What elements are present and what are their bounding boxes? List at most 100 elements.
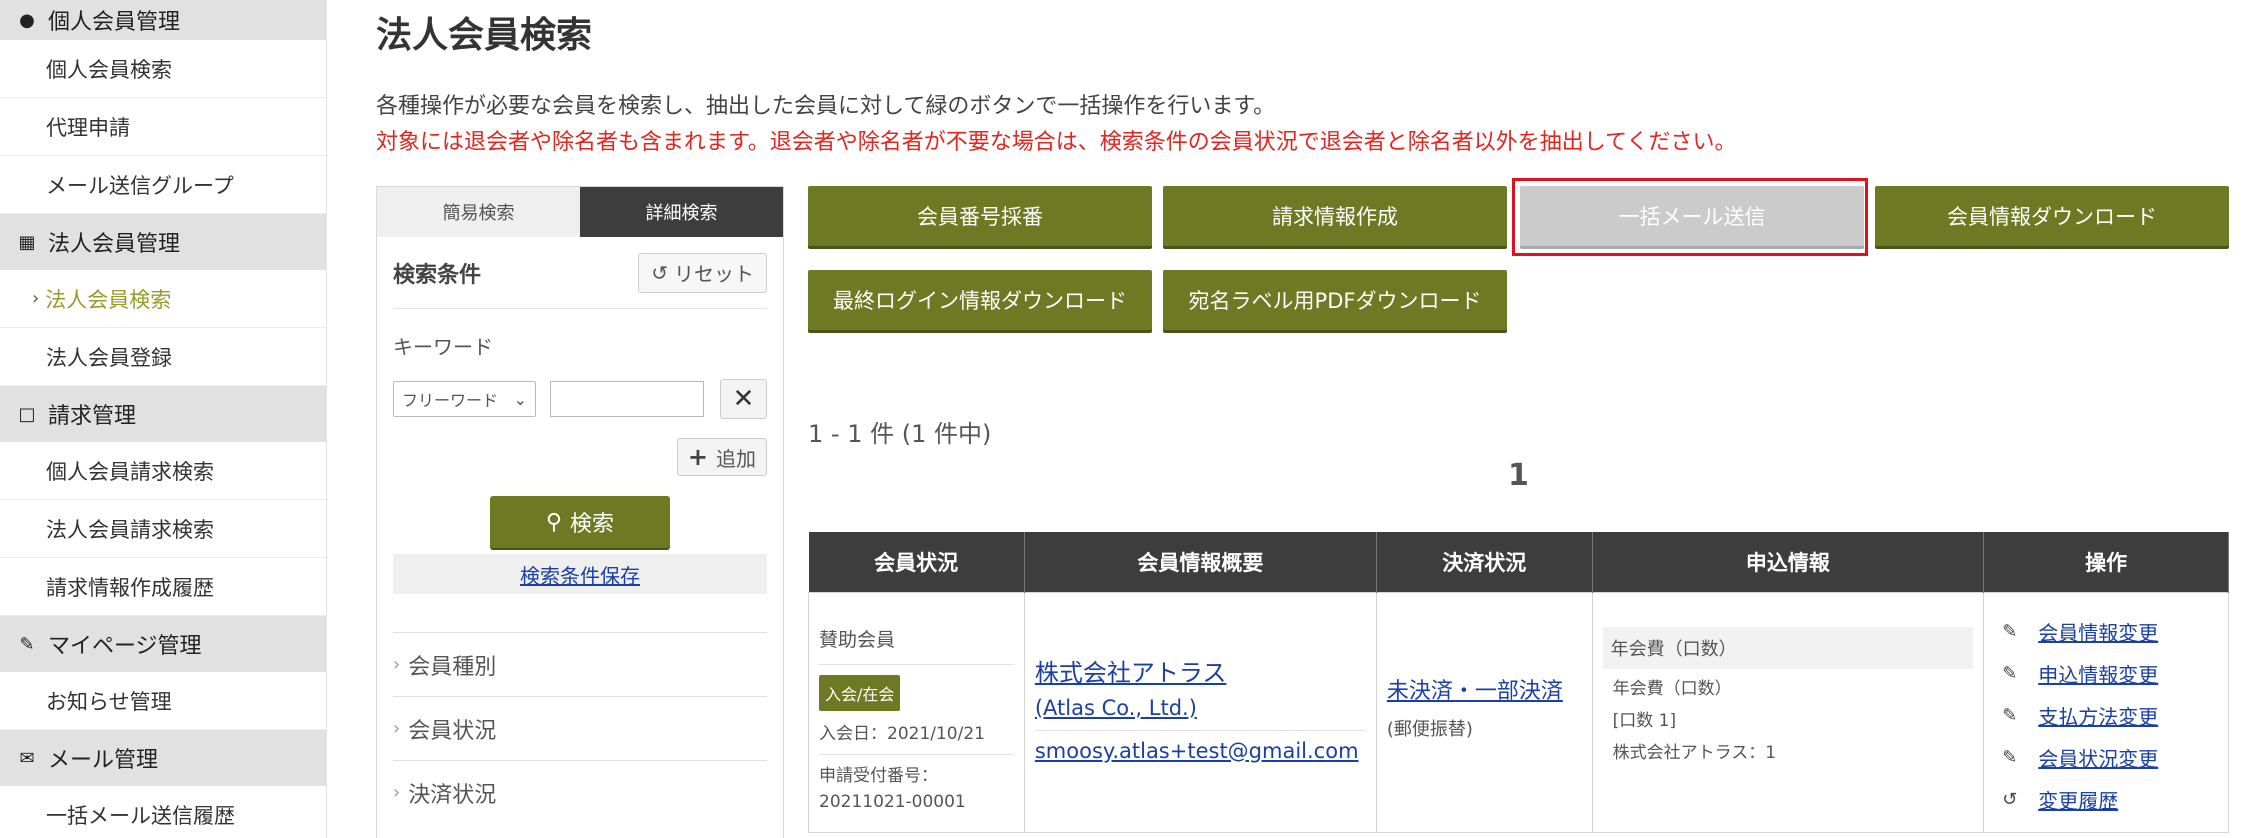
add-condition-button[interactable]: + 追加 [676,438,767,476]
sidebar-item-mail-group[interactable]: メール送信グループ [0,156,326,214]
sidebar-item-corporate-register[interactable]: 法人会員登録 [0,328,326,386]
payment-method: (郵便振替) [1386,718,1473,740]
op-label: 申込情報変更 [2038,663,2159,687]
search-button[interactable]: ⚲ 検索 [490,496,670,548]
op-label: 変更履歴 [2038,789,2119,813]
download-last-login-button[interactable]: 最終ログイン情報ダウンロード [808,270,1152,330]
assign-number-button[interactable]: 会員番号採番 [808,186,1152,246]
sidebar-item-label: 個人会員検索 [46,57,172,82]
search-icon: ⚲ [545,509,563,535]
reset-button[interactable]: ↺ リセット [638,252,767,293]
document-icon: □ [18,403,36,425]
building-icon: ▦ [18,231,36,253]
sidebar-item-individual-billing-search[interactable]: 個人会員請求検索 [0,442,326,500]
sidebar-item-notice[interactable]: お知らせ管理 [0,672,326,730]
sidebar-section-label: 法人会員管理 [48,232,181,257]
email-link[interactable]: smoosy.atlas+test@gmail.com [1035,739,1366,763]
create-billing-button[interactable]: 請求情報作成 [1163,186,1507,246]
sidebar-section-label: 請求管理 [48,404,137,429]
op-label: 会員情報変更 [2038,621,2159,645]
close-icon: ✕ [732,384,755,414]
results-table: 会員状況 会員情報概要 決済状況 申込情報 操作 賛助会員 入会/在会 入会日：… [808,532,2229,833]
filter-label: 会員種別 [408,654,497,680]
cell-application-info: 年会費（口数） 年会費（口数） [口数 1] 株式会社アトラス：1 [1591,591,1985,833]
column-header: 会員情報概要 [1024,532,1377,592]
keyword-type-value: フリーワード [402,391,499,410]
filter-label: 会員状況 [408,718,497,744]
tab-simple-search[interactable]: 簡易検索 [377,187,580,237]
search-panel: 簡易検索 詳細検索 検索条件 ↺ リセット キーワード フリーワード ⌄ ✕ +… [376,186,784,838]
sidebar: ● 個人会員管理 個人会員検索 代理申請 メール送信グループ ▦ 法人会員管理 … [0,0,327,838]
sidebar-item-label: 代理申請 [46,115,130,140]
application-number-block: 申請受付番号： 20211021-00001 [819,763,1014,815]
payment-status-link[interactable]: 未決済・一部決済 [1387,673,1582,705]
clear-keyword-button[interactable]: ✕ [720,379,767,419]
page-warning: 対象には退会者や除名者も含まれます。退会者や除名者が不要な場合は、検索条件の会員… [376,130,1737,155]
cell-operations: ✎ 会員情報変更 ✎ 申込情報変更 ✎ 支払方法変更 ✎ 会員状況変更 ↺ 変更履歴 [1983,591,2229,833]
sidebar-item-label: 請求情報作成履歴 [46,575,214,600]
sidebar-section-label: マイページ管理 [48,634,202,659]
keyword-type-select[interactable]: フリーワード ⌄ [393,381,537,417]
search-tabs: 簡易検索 詳細検索 [377,187,783,237]
column-header: 申込情報 [1592,532,1985,592]
member-type: 賛助会員 [819,625,1014,665]
download-member-info-button[interactable]: 会員情報ダウンロード [1875,186,2229,246]
sidebar-item-proxy-application[interactable]: 代理申請 [0,98,326,156]
op-edit-application[interactable]: ✎ 申込情報変更 [2002,653,2228,695]
op-edit-member[interactable]: ✎ 会員情報変更 [2002,611,2228,653]
edit-icon: ✎ [2002,747,2018,768]
filter-member-status[interactable]: › 会員状況 [393,696,767,760]
sidebar-item-individual-search[interactable]: 個人会員検索 [0,40,326,98]
history-icon: ↺ [2002,789,2018,810]
keyword-label: キーワード [393,335,493,359]
filter-member-type[interactable]: › 会員種別 [393,632,767,696]
sidebar-section-billing[interactable]: □ 請求管理 [0,386,326,442]
sidebar-section-individual[interactable]: ● 個人会員管理 [0,0,326,40]
filter-payment-status[interactable]: › 決済状況 [393,760,767,824]
company-en-link[interactable]: (Atlas Co., Ltd.) [1034,696,1366,731]
add-label: 追加 [716,446,756,471]
op-edit-member-status[interactable]: ✎ 会員状況変更 [2002,737,2228,779]
sidebar-item-billing-history[interactable]: 請求情報作成履歴 [0,558,326,616]
reset-label: リセット [674,262,754,286]
keyword-input[interactable] [550,381,705,417]
person-icon: ● [19,9,35,31]
application-number-label: 申請受付番号： [819,765,938,786]
cell-member-summary: 株式会社アトラス (Atlas Co., Ltd.) smoosy.atlas+… [1023,591,1377,833]
cell-member-status: 賛助会員 入会/在会 入会日：2021/10/21 申請受付番号： 202110… [808,591,1025,833]
sidebar-item-corporate-search[interactable]: › 法人会員検索 [0,270,326,328]
download-label-pdf-button[interactable]: 宛名ラベル用PDFダウンロード [1163,270,1507,330]
sidebar-item-label: 法人会員検索 [45,287,172,312]
op-edit-payment-method[interactable]: ✎ 支払方法変更 [2002,695,2228,737]
save-conditions-link[interactable]: 検索条件保存 [393,554,767,594]
reset-icon: ↺ [651,260,668,285]
sidebar-item-corporate-billing-search[interactable]: 法人会員請求検索 [0,500,326,558]
sidebar-section-label: 個人会員管理 [48,10,181,35]
tab-detail-search[interactable]: 詳細検索 [580,187,783,237]
result-count: 1 - 1 件 (1 件中) [808,420,992,448]
sidebar-item-bulk-mail-history[interactable]: 一括メール送信履歴 [0,786,326,838]
column-header: 決済状況 [1376,532,1593,592]
chevron-right-icon: › [32,288,40,309]
mail-icon: ✉ [19,747,35,769]
page-title: 法人会員検索 [376,15,593,56]
op-history[interactable]: ↺ 変更履歴 [2002,779,2228,821]
fee-name: 年会費（口数） [1612,678,1732,699]
sidebar-item-label: 法人会員請求検索 [46,517,214,542]
sidebar-section-mypage[interactable]: ✎ マイページ管理 [0,616,326,672]
filter-label: 決済状況 [408,782,497,808]
sidebar-section-mail[interactable]: ✉ メール管理 [0,730,326,786]
status-badge: 入会/在会 [819,674,901,711]
sidebar-section-label: メール管理 [48,748,159,773]
search-label: 検索 [570,512,615,537]
sidebar-item-label: 法人会員登録 [46,345,172,370]
sidebar-item-label: 個人会員請求検索 [46,459,214,484]
chevron-right-icon: › [393,782,401,803]
pen-icon: ✎ [19,633,35,655]
company-name-link[interactable]: 株式会社アトラス [1035,653,1366,688]
sidebar-section-corporate[interactable]: ▦ 法人会員管理 [0,214,326,270]
page-number[interactable]: 1 [1508,458,1529,493]
conditions-title: 検索条件 [393,262,482,288]
edit-icon: ✎ [2002,663,2018,684]
op-label: 支払方法変更 [2038,705,2159,729]
